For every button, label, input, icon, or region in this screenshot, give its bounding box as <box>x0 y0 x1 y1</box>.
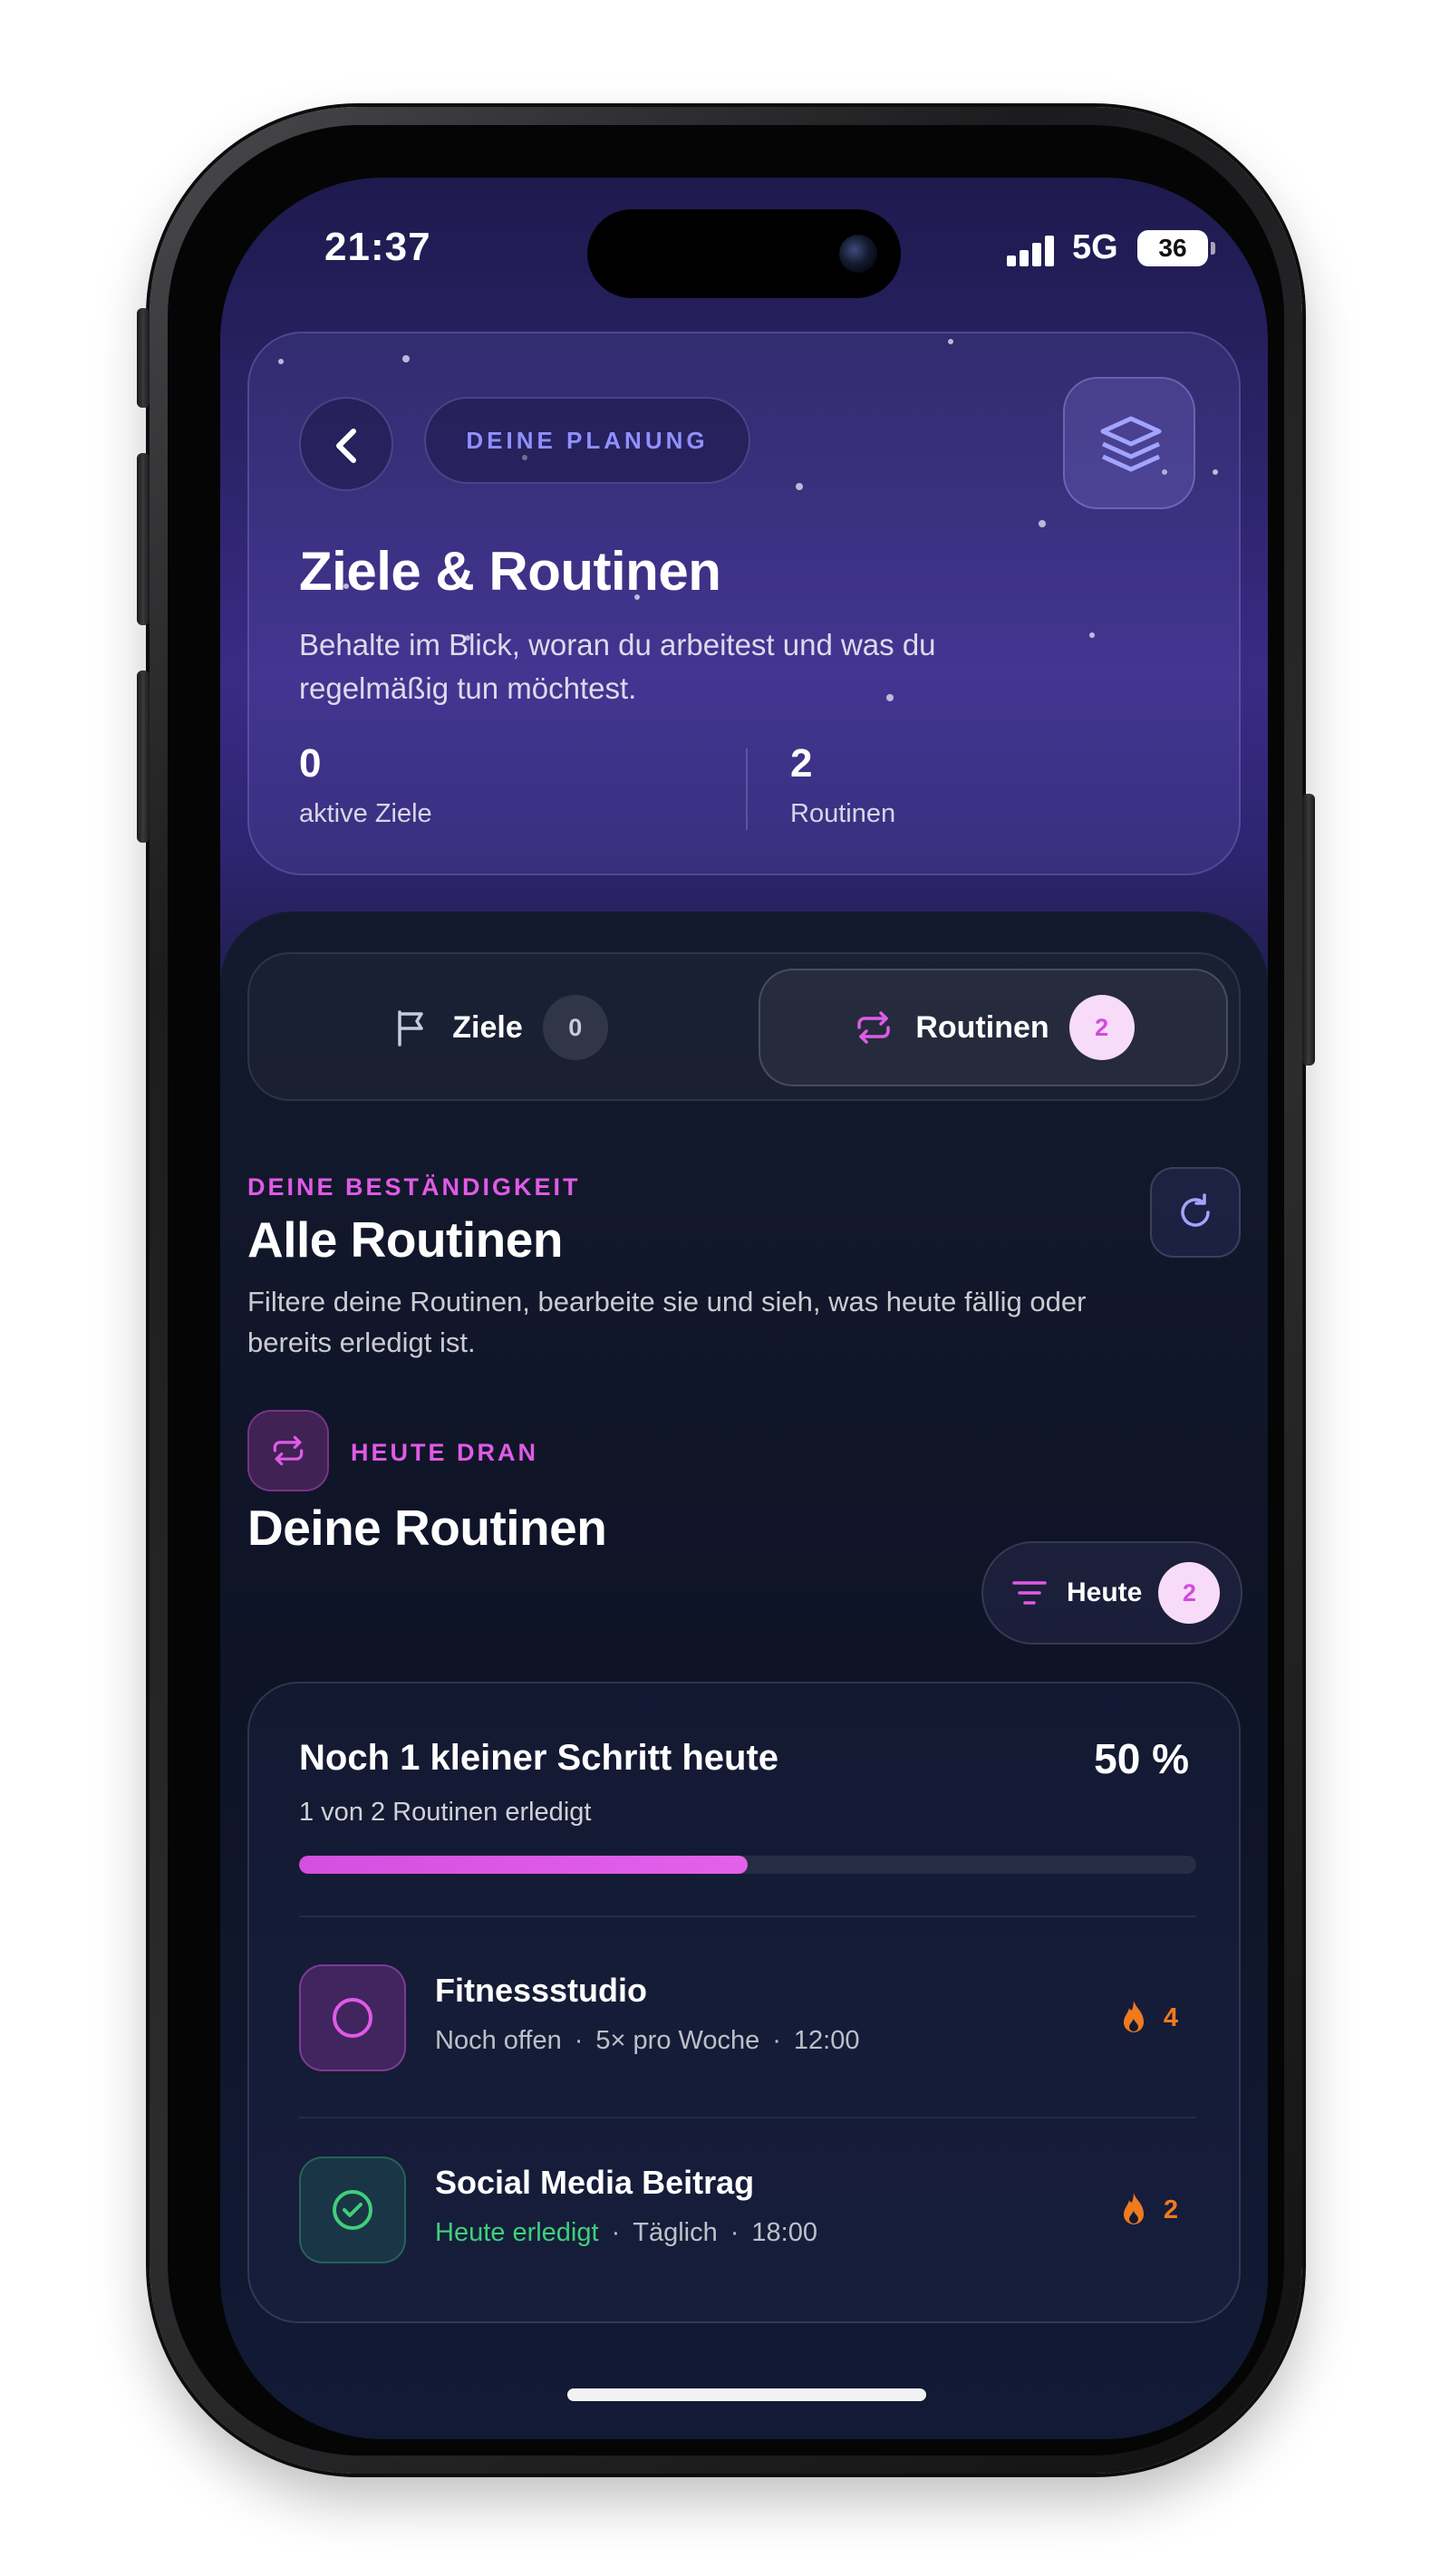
tab-ziele-count: 0 <box>542 995 608 1060</box>
page-subtitle: Behalte im Blick, woran du arbeitest und… <box>299 628 936 705</box>
tab-routinen[interactable]: Routinen 2 <box>759 969 1228 1086</box>
stat-divider <box>746 748 748 830</box>
signal-icon <box>1007 234 1061 266</box>
section-pill: DEINE PLANUNG <box>424 397 750 484</box>
layers-icon <box>1100 416 1162 472</box>
filter-icon <box>1012 1581 1047 1605</box>
network-type: 5G <box>1072 228 1118 266</box>
divider <box>299 2117 1196 2118</box>
battery-icon: 36 <box>1137 230 1215 266</box>
repeat-icon <box>857 1011 891 1044</box>
filter-label: Heute <box>1067 1577 1143 1607</box>
progress-bar-fill <box>299 1856 748 1874</box>
routine-time: 12:00 <box>793 2026 860 2055</box>
section-subtitle: Filtere deine Routinen, bearbeite sie un… <box>247 1286 1087 1358</box>
section-eyebrow: DEINE BESTÄNDIGKEIT <box>247 1173 581 1201</box>
dynamic-island <box>587 209 901 298</box>
flag-icon <box>398 1010 423 1047</box>
progress-percent: 50 % <box>1094 1735 1189 1782</box>
streak-counter: 4 <box>1118 1999 1178 2037</box>
routine-item-social-media[interactable]: Social Media Beitrag Heute erledigt · Tägl… <box>299 2156 1196 2263</box>
routine-time: 18:00 <box>751 2218 817 2247</box>
check-circle-icon <box>333 2190 372 2230</box>
flame-icon <box>1123 2193 1144 2224</box>
streak-count: 4 <box>1163 2002 1178 2032</box>
header-card: DEINE PLANUNG Ziele & Routinen Behalte i… <box>247 332 1241 875</box>
phone-frame: 21:37 5G 36 DEINE PLANUNG Ziele & Routin… <box>137 107 1315 2474</box>
layers-button[interactable] <box>1063 377 1195 509</box>
battery-level: 36 <box>1158 234 1187 262</box>
tab-routinen-label: Routinen <box>915 1009 1049 1045</box>
chevron-left-icon <box>336 429 356 463</box>
progress-title: Noch 1 kleiner Schritt heute <box>299 1738 779 1778</box>
routine-frequency: 5× pro Woche <box>595 2026 760 2055</box>
routines-label: Routinen <box>790 799 896 828</box>
routines-eyebrow: HEUTE DRAN <box>351 1439 539 1466</box>
streak-counter: 2 <box>1118 2191 1178 2229</box>
volume-up-button <box>137 453 150 625</box>
camera-lens <box>839 235 877 273</box>
routine-status: Heute erledigt <box>435 2218 599 2247</box>
circle-icon <box>333 1998 372 2038</box>
active-goals-count: 0 <box>299 741 322 786</box>
home-indicator[interactable] <box>567 2388 926 2401</box>
progress-bar <box>299 1856 1196 1874</box>
page-title: Ziele & Routinen <box>299 541 721 602</box>
flame-icon <box>1123 2001 1144 2032</box>
power-button <box>1302 794 1315 1066</box>
routine-meta: Noch offen · 5× pro Woche · 12:00 <box>435 2026 860 2055</box>
routine-name: Fitnessstudio <box>435 1972 648 2009</box>
filter-count: 2 <box>1158 1562 1221 1624</box>
refresh-icon <box>1181 1193 1210 1227</box>
status-time: 21:37 <box>324 225 431 269</box>
repeat-icon <box>273 1435 304 1466</box>
phone-bezel: 21:37 5G 36 DEINE PLANUNG Ziele & Routin… <box>168 125 1284 2455</box>
back-button[interactable] <box>299 397 393 491</box>
routine-meta: Heute erledigt · Täglich · 18:00 <box>435 2218 817 2247</box>
segmented-control: Ziele 0 Routinen 2 <box>247 952 1241 1101</box>
routine-checkbox[interactable] <box>299 1964 406 2071</box>
volume-down-button <box>137 671 150 843</box>
routine-item-fitnessstudio[interactable]: Fitnessstudio Noch offen · 5× pro Woche · 12… <box>299 1964 1196 2071</box>
routines-title: Deine Routinen <box>247 1500 607 1556</box>
active-goals-label: aktive Ziele <box>299 799 432 828</box>
divider <box>299 1915 1196 1917</box>
app-screen: 21:37 5G 36 DEINE PLANUNG Ziele & Routin… <box>220 178 1268 2439</box>
tab-ziele-label: Ziele <box>452 1009 523 1045</box>
routine-checkbox[interactable] <box>299 2156 406 2263</box>
routine-name: Social Media Beitrag <box>435 2164 755 2201</box>
action-button <box>137 308 150 408</box>
routines-count: 2 <box>790 741 813 786</box>
routines-badge <box>247 1410 329 1491</box>
tab-ziele[interactable]: Ziele 0 <box>264 969 735 1086</box>
routine-status: Noch offen <box>435 2026 562 2055</box>
section-title: Alle Routinen <box>247 1211 563 1268</box>
routines-card: Noch 1 kleiner Schritt heute 50 % 1 von … <box>247 1682 1241 2323</box>
routine-frequency: Täglich <box>633 2218 718 2247</box>
tab-routinen-count: 2 <box>1068 995 1135 1060</box>
refresh-button[interactable] <box>1150 1167 1241 1258</box>
progress-subtitle: 1 von 2 Routinen erledigt <box>299 1798 592 1827</box>
filter-button[interactable]: Heute 2 <box>981 1541 1242 1645</box>
streak-count: 2 <box>1163 2195 1178 2224</box>
